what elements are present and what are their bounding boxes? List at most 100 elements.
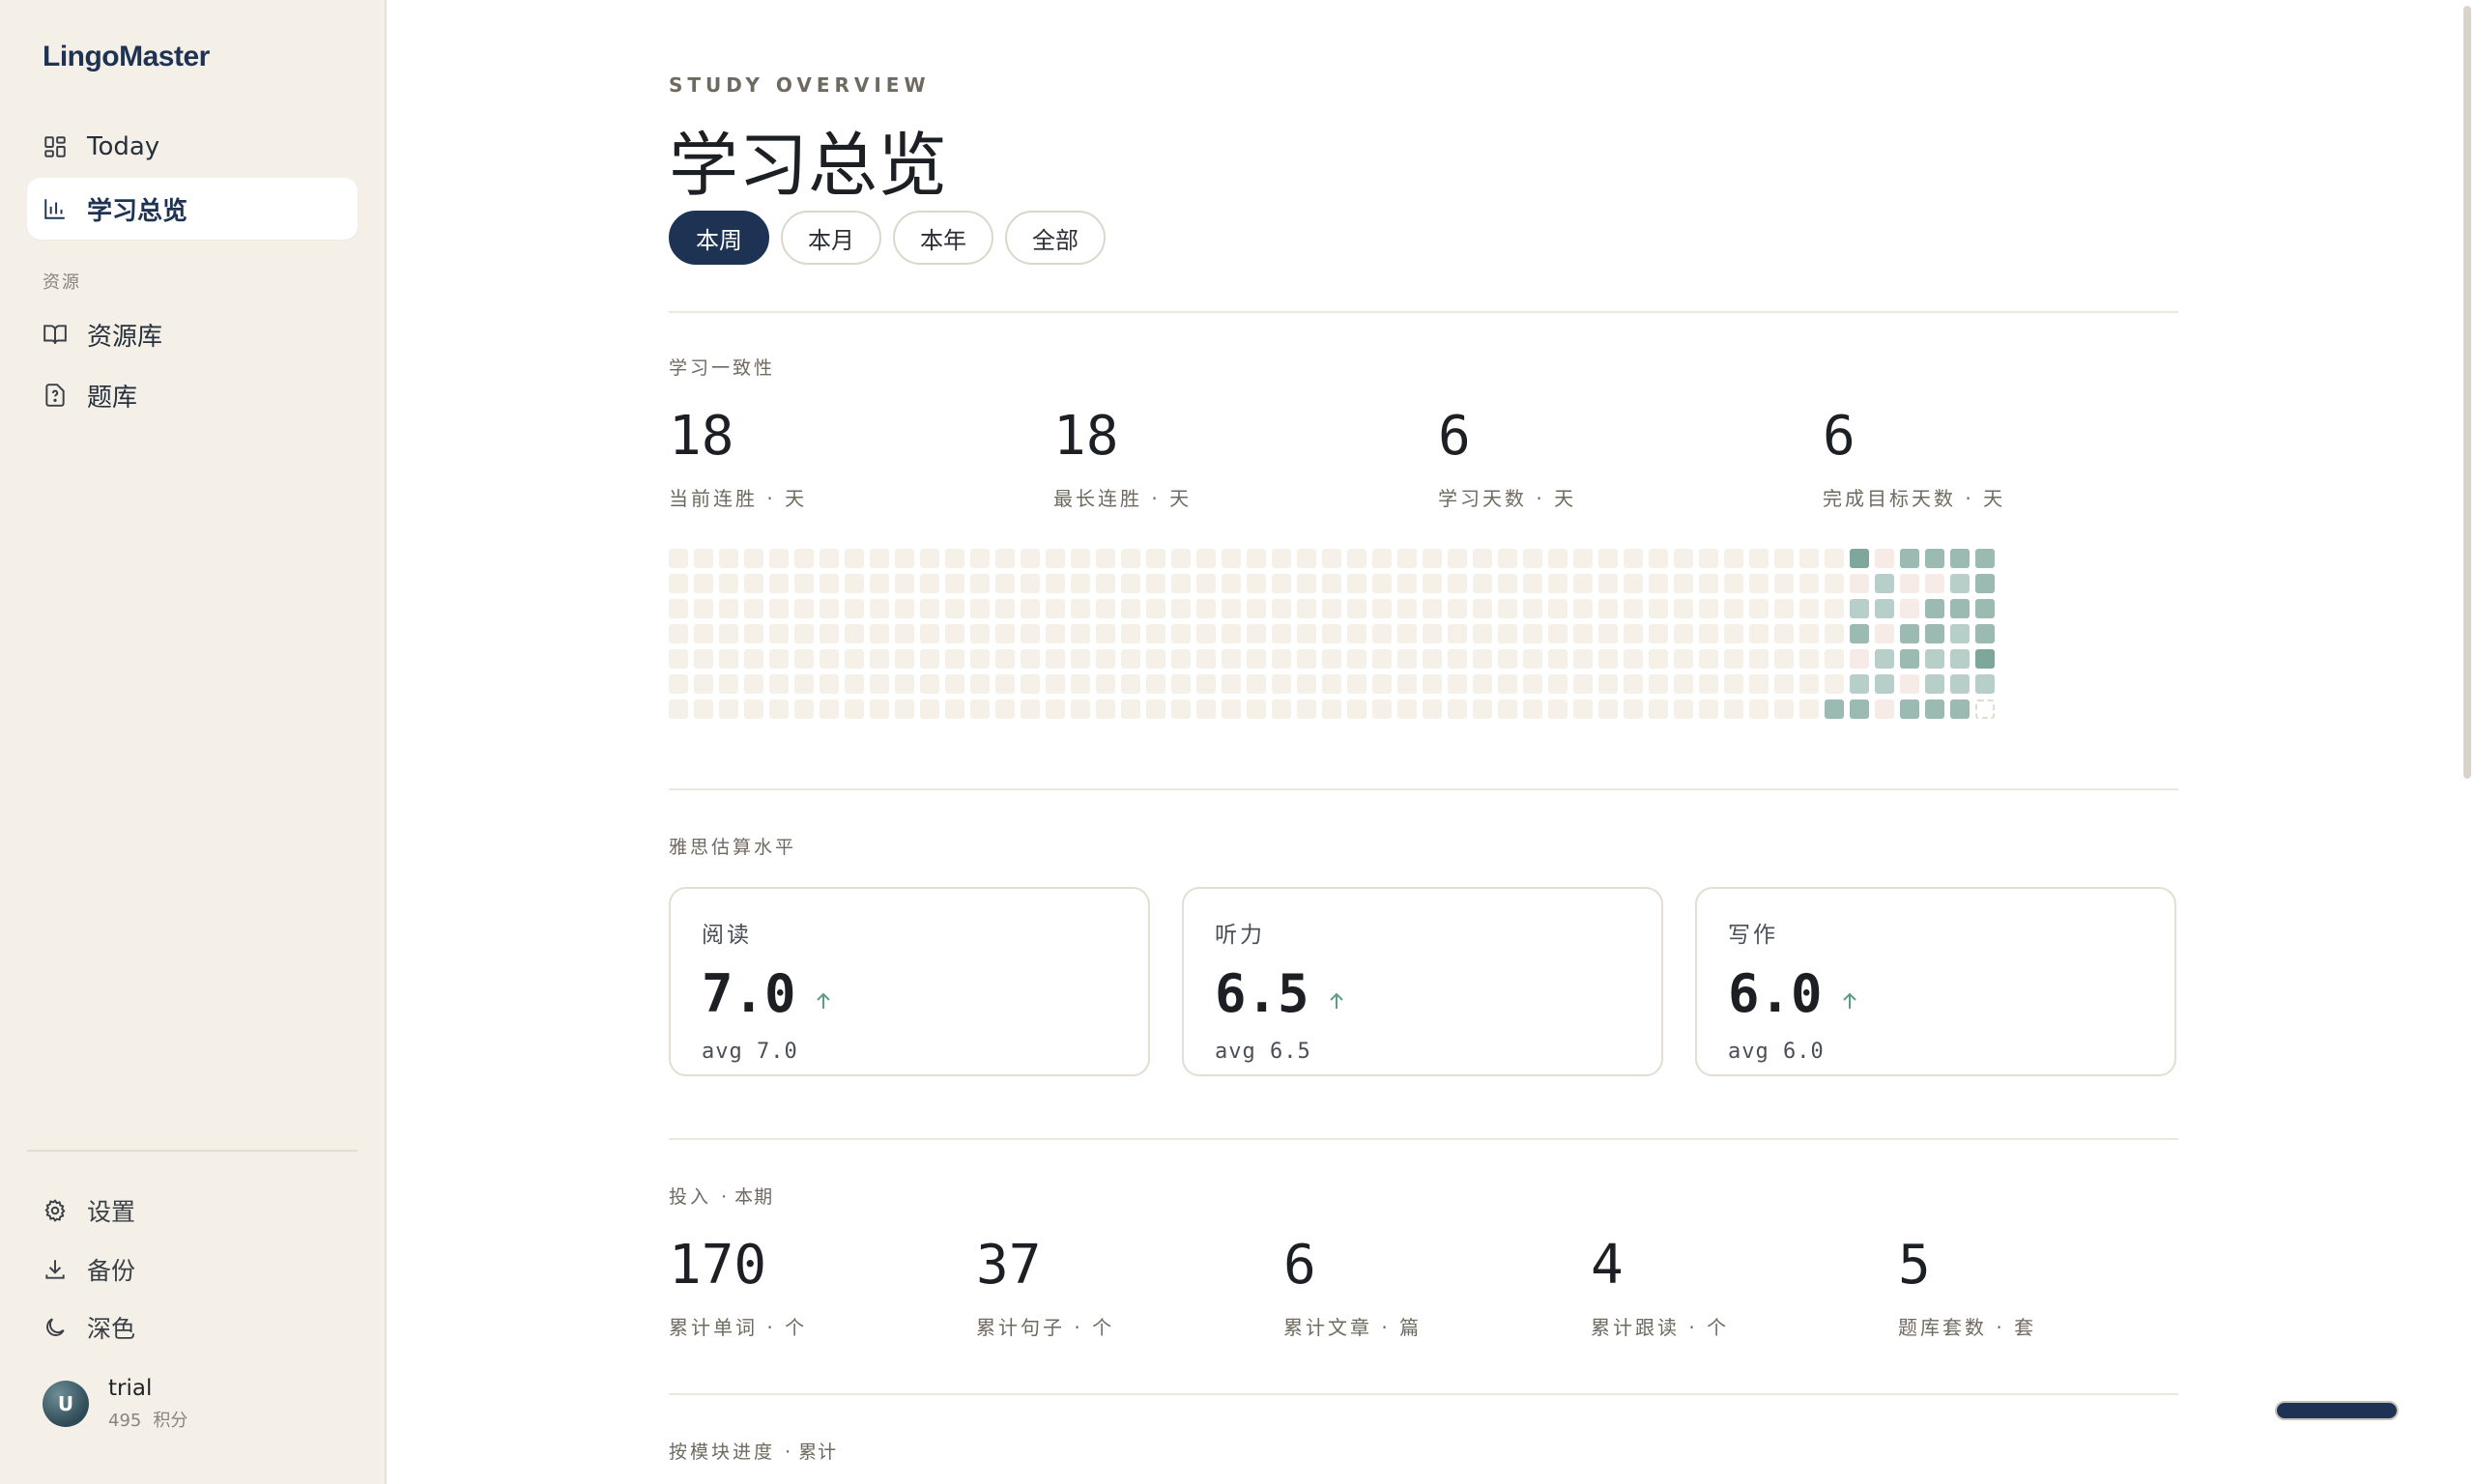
heatmap-cell — [1724, 599, 1743, 618]
heatmap-cell — [669, 649, 688, 669]
heatmap-cell — [1624, 549, 1643, 568]
heatmap-cell — [1573, 574, 1593, 593]
tab-this-month[interactable]: 本月 — [781, 211, 881, 265]
card-title: 听力 — [1215, 923, 1265, 948]
heatmap-cell — [794, 549, 814, 568]
heatmap-cell — [1523, 624, 1542, 643]
heatmap-cell — [1046, 674, 1065, 694]
backup-button[interactable]: 备份 — [27, 1243, 358, 1296]
heatmap-cell — [1825, 649, 1844, 669]
heatmap-cell — [1021, 599, 1040, 618]
heatmap-cell — [1825, 699, 1844, 719]
heatmap-cell — [1548, 674, 1568, 694]
heatmap-cell — [1196, 549, 1216, 568]
heatmap-cell — [1448, 649, 1467, 669]
nav-item-label: 资源库 — [87, 322, 163, 352]
heatmap-cell — [1222, 624, 1241, 643]
heatmap-cell — [1573, 674, 1593, 694]
nav-item-question-bank[interactable]: 题库 — [27, 364, 358, 426]
heatmap-cell — [1423, 649, 1442, 669]
investment-period: · 本期 — [721, 1186, 774, 1208]
up-arrow-icon — [1842, 992, 1856, 1009]
heatmap-cell — [1975, 549, 1995, 568]
floating-action-pill[interactable] — [2275, 1401, 2399, 1420]
heatmap-cell — [1196, 674, 1216, 694]
heatmap-cell — [1272, 649, 1291, 669]
heatmap-cell — [1071, 549, 1090, 568]
download-icon — [43, 1257, 68, 1282]
heatmap-cell — [1347, 599, 1366, 618]
main-content: STUDY OVERVIEW 学习总览 本周 本月 本年 全部 学习一致性 18… — [669, 0, 2178, 1484]
heatmap-cell — [1473, 649, 1492, 669]
heatmap-cell — [1925, 599, 1944, 618]
heatmap-cell — [1347, 699, 1366, 719]
modules-title: 按模块进度 — [669, 1441, 776, 1463]
heatmap-cell — [1649, 574, 1668, 593]
heatmap-cell — [1171, 624, 1191, 643]
heatmap-cell — [1699, 699, 1718, 719]
heatmap-cell — [1749, 624, 1769, 643]
heatmap-cell — [845, 699, 864, 719]
tab-all[interactable]: 全部 — [1005, 211, 1106, 265]
dark-mode-button[interactable]: 深色 — [27, 1301, 358, 1354]
nav-item-today[interactable]: Today — [27, 116, 358, 178]
heatmap-cell — [1900, 574, 1919, 593]
settings-button[interactable]: 设置 — [27, 1184, 358, 1237]
nav-item-label: 题库 — [87, 383, 138, 413]
heatmap-cell — [1523, 549, 1542, 568]
heatmap-cell — [1372, 674, 1392, 694]
heatmap-cell — [1272, 674, 1291, 694]
tab-this-week[interactable]: 本周 — [669, 211, 769, 265]
nav-item-study-overview[interactable]: 学习总览 — [27, 178, 358, 240]
heatmap-cell — [845, 549, 864, 568]
heatmap-cell — [895, 649, 914, 669]
heatmap-cell — [669, 549, 688, 568]
brand-logo[interactable]: LingoMaster — [43, 41, 210, 73]
heatmap-cell — [820, 599, 839, 618]
heatmap-cell — [870, 599, 889, 618]
heatmap-cell — [1850, 674, 1869, 694]
avatar: U — [43, 1381, 89, 1427]
heatmap-cell — [1925, 549, 1944, 568]
heatmap-cell — [719, 574, 738, 593]
stat-label: 累计文章 · 篇 — [1283, 1316, 1423, 1339]
heatmap-cell — [669, 574, 688, 593]
heatmap-cell — [1498, 549, 1517, 568]
heatmap-cell — [769, 549, 789, 568]
score-card-writing[interactable]: 写作 6.0 avg 6.0 — [1695, 887, 2176, 1076]
heatmap-cell — [895, 599, 914, 618]
heatmap-cell — [1322, 574, 1341, 593]
stat-value: 6 — [1823, 405, 1856, 468]
heatmap-cell — [995, 574, 1015, 593]
heatmap-cell — [1121, 549, 1140, 568]
scrollbar-thumb[interactable] — [2463, 6, 2471, 779]
heatmap-cell — [1925, 674, 1944, 694]
nav-item-resource-library[interactable]: 资源库 — [27, 303, 358, 365]
heatmap-cell — [820, 624, 839, 643]
heatmap-cell — [694, 624, 713, 643]
scrollbar[interactable] — [2460, 0, 2474, 1484]
moon-icon — [43, 1315, 68, 1340]
grid-icon — [43, 134, 68, 159]
stat-total-sentences: 37 累计句子 · 个 — [976, 1239, 1114, 1340]
heatmap-cell — [820, 574, 839, 593]
heatmap-cell — [1322, 674, 1341, 694]
heatmap-cell — [1598, 649, 1618, 669]
score-card-reading[interactable]: 阅读 7.0 avg 7.0 — [669, 887, 1150, 1076]
stat-total-shadowing: 4 累计跟读 · 个 — [1591, 1239, 1729, 1340]
user-profile[interactable]: U trial 495 积分 — [43, 1376, 199, 1432]
heatmap-cell — [1096, 599, 1115, 618]
heatmap-cell — [1900, 674, 1919, 694]
heatmap-cell — [920, 549, 939, 568]
heatmap-cell — [895, 674, 914, 694]
heatmap-cell — [769, 599, 789, 618]
heatmap-cell — [1825, 574, 1844, 593]
score-card-listening[interactable]: 听力 6.5 avg 6.5 — [1182, 887, 1663, 1076]
tab-this-year[interactable]: 本年 — [893, 211, 993, 265]
heatmap-cell — [1573, 649, 1593, 669]
card-title: 阅读 — [702, 923, 752, 948]
heatmap-cell — [995, 599, 1015, 618]
heatmap-cell — [719, 649, 738, 669]
heatmap-cell — [895, 549, 914, 568]
stat-label: 累计句子 · 个 — [976, 1316, 1115, 1339]
